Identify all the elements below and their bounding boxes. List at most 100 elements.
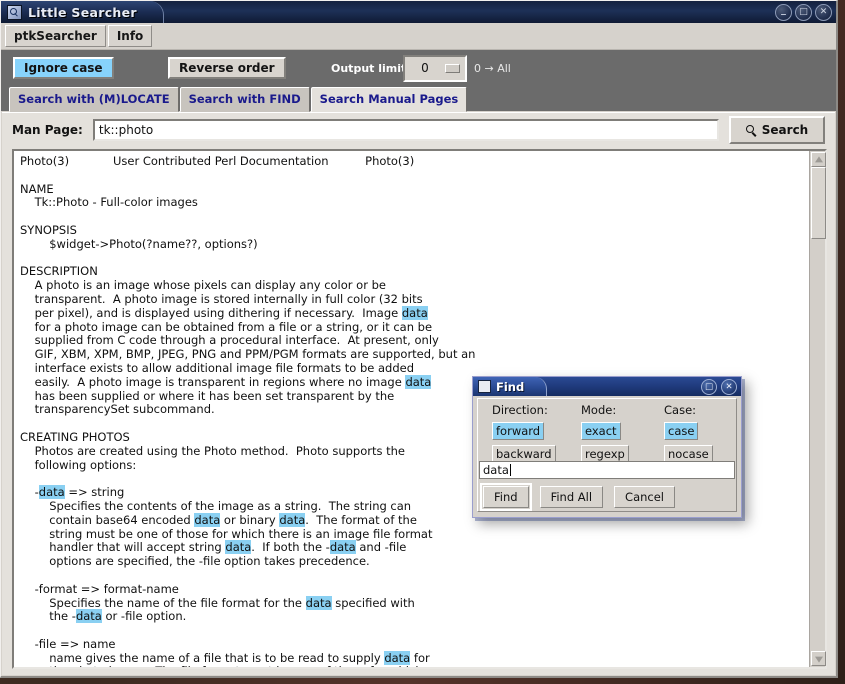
find-button[interactable]: Find [480, 483, 532, 511]
direction-group: Direction: forward backward [492, 403, 556, 466]
find-body: Direction: forward backward Mode: exact … [477, 398, 737, 512]
manpage-line: -format => format-name [20, 581, 179, 596]
mode-label: Mode: [581, 403, 617, 417]
window-title-tab: Little Searcher [1, 1, 164, 23]
highlighted-match: data [194, 512, 221, 527]
highlighted-match: data [225, 540, 252, 555]
manpage-line [20, 569, 807, 583]
mode-group: Mode: exact regexp [581, 403, 629, 466]
search-row: Man Page: tk::photo Search [2, 113, 835, 147]
manpage-label: Man Page: [12, 123, 83, 137]
output-limit-label: Output limit [331, 61, 407, 75]
manpage-line: string must be one of those for which th… [20, 526, 433, 541]
manpage-line [20, 169, 807, 183]
spinbox-arrow-icon[interactable] [445, 63, 460, 73]
manpage-line: handler that will accept string data. If… [20, 540, 407, 555]
manpage-line: -file => name [20, 636, 116, 651]
find-titlebar[interactable]: Find □ ✕ [473, 377, 741, 396]
tab-search-with-mlocate[interactable]: Search with (M)LOCATE [9, 87, 179, 112]
find-maximize-button[interactable]: □ [701, 379, 717, 395]
highlighted-match: data [279, 512, 306, 527]
manpage-line: A photo is an image whose pixels can dis… [20, 278, 386, 293]
manpage-line: the photo image. The file format must be… [20, 665, 807, 667]
scrollbar-thumb[interactable] [811, 167, 826, 239]
manpage-line: supplied from C code through a procedura… [20, 333, 439, 348]
minimize-icon: – [780, 7, 787, 21]
manpage-line: DESCRIPTION [20, 264, 98, 279]
find-dialog: Find □ ✕ Direction: forward backward Mod… [472, 376, 742, 518]
search-icon [745, 124, 757, 136]
cancel-button[interactable]: Cancel [614, 486, 676, 508]
menubar: ptkSearcher Info [1, 23, 836, 50]
window-controls: – □ ✕ [775, 4, 832, 21]
case-option-case[interactable]: case [664, 422, 699, 440]
tabstrip: Search with (M)LOCATE Search with FIND S… [1, 86, 836, 112]
find-search-input[interactable]: data [479, 461, 735, 479]
direction-label: Direction: [492, 403, 548, 417]
case-label: Case: [664, 403, 697, 417]
scroll-down-arrow-icon[interactable] [811, 651, 826, 666]
vertical-scrollbar[interactable] [809, 151, 826, 667]
highlighted-match: data [401, 305, 428, 320]
find-button-row: Find Find All Cancel [480, 483, 676, 511]
window-icon [478, 380, 491, 393]
text-caret [509, 464, 511, 476]
case-group: Case: case nocase [664, 403, 713, 466]
main-window: Little Searcher – □ ✕ ptkSearcher Info I… [0, 0, 838, 678]
ignore-case-toggle[interactable]: Ignore case [13, 56, 114, 80]
find-all-button[interactable]: Find All [539, 486, 604, 508]
close-icon: ✕ [819, 7, 828, 17]
highlighted-match: data [305, 595, 332, 610]
manpage-line: for a photo image can be obtained from a… [20, 319, 433, 334]
menu-item-ptksearcher[interactable]: ptkSearcher [5, 25, 106, 47]
find-title: Find [496, 379, 525, 394]
manpage-line: interface exists to allow additional ima… [20, 360, 415, 375]
search-button-label: Search [761, 123, 809, 137]
manpage-line: options are specified, the -file option … [20, 554, 370, 569]
highlighted-match: data [38, 485, 65, 500]
highlighted-match: data [405, 374, 432, 389]
direction-option-forward[interactable]: forward [492, 422, 545, 440]
mode-option-exact[interactable]: exact [581, 422, 621, 440]
manpage-line [20, 252, 807, 266]
manpage-line [20, 624, 807, 638]
output-limit-value: 0 [421, 61, 429, 75]
window-title: Little Searcher [28, 4, 137, 20]
highlighted-match: data [75, 609, 102, 624]
maximize-icon: □ [799, 7, 808, 17]
find-close-button[interactable]: ✕ [721, 379, 737, 395]
find-title-tab: Find [473, 377, 548, 396]
find-search-value: data [483, 463, 509, 477]
manpage-line: name gives the name of a file that is to… [20, 650, 430, 665]
manpage-line: transparent. A photo image is stored int… [20, 291, 423, 306]
close-button[interactable]: ✕ [815, 4, 832, 21]
manpage-line: Tk::Photo - Full-color images [20, 195, 198, 210]
tab-search-with-find[interactable]: Search with FIND [179, 87, 310, 112]
manpage-input[interactable]: tk::photo [92, 119, 719, 141]
main-titlebar[interactable]: Little Searcher – □ ✕ [1, 1, 836, 23]
highlighted-match: data [384, 650, 411, 665]
close-icon: ✕ [725, 381, 733, 392]
menu-item-info[interactable]: Info [107, 25, 153, 47]
output-limit-hint: 0 → All [474, 61, 511, 75]
manpage-line: Specifies the name of the file format fo… [20, 595, 415, 610]
minimize-button[interactable]: – [775, 4, 792, 21]
manpage-line: Photo(3) User Contributed Perl Documenta… [20, 154, 415, 168]
maximize-icon: □ [704, 381, 714, 392]
highlighted-match: data [329, 540, 356, 555]
manpage-line: GIF, XBM, XPM, BMP, JPEG, PNG and PPM/PG… [20, 347, 476, 362]
output-limit-spinbox[interactable]: 0 [403, 54, 467, 82]
manpage-line: SYNOPSIS [20, 222, 77, 237]
search-button[interactable]: Search [729, 116, 825, 144]
manpage-line: NAME [20, 181, 54, 196]
scroll-up-arrow-icon[interactable] [811, 152, 826, 167]
find-window-controls: □ ✕ [701, 379, 737, 395]
maximize-button[interactable]: □ [795, 4, 812, 21]
manpage-line: $widget->Photo(?name??, options?) [20, 236, 258, 251]
manpage-line: the -data or -file option. [20, 609, 187, 624]
manpage-line [20, 210, 807, 224]
reverse-order-toggle[interactable]: Reverse order [168, 56, 286, 80]
manpage-line: per pixel), and is displayed using dithe… [20, 305, 428, 320]
tab-search-manual-pages[interactable]: Search Manual Pages [310, 87, 468, 112]
magnifier-icon [7, 4, 22, 20]
